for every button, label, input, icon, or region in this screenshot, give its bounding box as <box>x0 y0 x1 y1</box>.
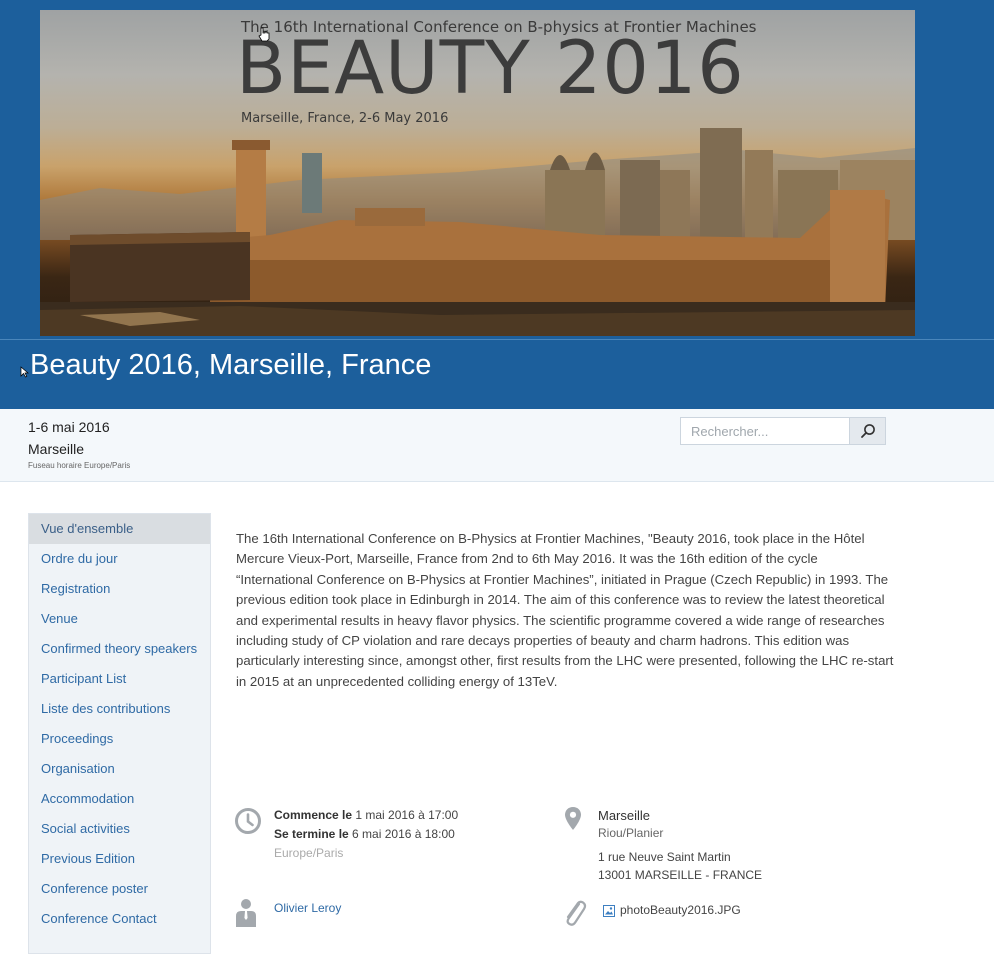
event-title: Beauty 2016, Marseille, France <box>30 349 432 381</box>
venue-name: Marseille <box>598 808 651 823</box>
menu-item-registration[interactable]: Registration <box>29 574 210 604</box>
event-info-bar: 1-6 mai 2016 Marseille Fuseau horaire Eu… <box>0 409 994 482</box>
menu-item-liste-des-contributions[interactable]: Liste des contributions <box>29 694 210 724</box>
paperclip-icon <box>566 900 587 926</box>
start-label: Commence le <box>274 808 353 822</box>
search-icon <box>860 424 875 438</box>
map-pin-icon <box>565 807 581 830</box>
menu-item-conference-poster[interactable]: Conference poster <box>29 874 210 904</box>
event-description: The 16th International Conference on B-P… <box>236 531 894 689</box>
time-timezone: Europe/Paris <box>274 846 344 860</box>
clock-icon <box>235 808 261 834</box>
banner-place: Marseille, France, 2-6 May 2016 <box>241 111 449 126</box>
menu-item-ordre-du-jour[interactable]: Ordre du jour <box>29 544 210 574</box>
menu-item-proceedings[interactable]: Proceedings <box>29 724 210 754</box>
search-button[interactable] <box>849 418 885 444</box>
person-icon <box>236 899 256 927</box>
event-date-range: 1-6 mai 2016 <box>28 419 110 435</box>
menu-item-social-activities[interactable]: Social activities <box>29 814 210 844</box>
menu-item-confirmed-theory-speakers[interactable]: Confirmed theory speakers <box>29 634 210 664</box>
menu-item-previous-edition[interactable]: Previous Edition <box>29 844 210 874</box>
banner-title: BEAUTY 2016 <box>236 26 745 111</box>
hand-cursor-icon <box>258 27 270 44</box>
chairperson-link[interactable]: Olivier Leroy <box>274 899 341 918</box>
banner-image: The 16th International Conference on B-p… <box>40 10 915 336</box>
attachment-link[interactable]: photoBeauty2016.JPG <box>620 901 741 920</box>
menu-item-conference-contact[interactable]: Conference Contact <box>29 904 210 934</box>
event-timezone: Fuseau horaire Europe/Paris <box>28 461 131 470</box>
end-value: 6 mai 2016 à 18:00 <box>352 827 455 841</box>
event-header: The 16th International Conference on B-p… <box>0 0 994 409</box>
event-location: Marseille <box>28 441 85 457</box>
venue-city: 13001 MARSEILLE - FRANCE <box>598 868 763 882</box>
sidebar-menu: Vue d'ensemble Ordre du jour Registratio… <box>28 513 211 954</box>
menu-item-organisation[interactable]: Organisation <box>29 754 210 784</box>
menu-item-venue[interactable]: Venue <box>29 604 210 634</box>
event-time-block: Commence le 1 mai 2016 à 17:00 Se termin… <box>274 806 458 863</box>
header-divider <box>0 339 994 340</box>
search-box <box>680 417 886 445</box>
arrow-cursor-icon <box>20 366 29 381</box>
venue-room: Riou/Planier <box>598 826 664 840</box>
menu-item-vue-d-ensemble[interactable]: Vue d'ensemble <box>29 514 210 544</box>
venue-street: 1 rue Neuve Saint Martin <box>598 850 731 864</box>
menu-item-accommodation[interactable]: Accommodation <box>29 784 210 814</box>
image-file-icon <box>603 905 615 917</box>
search-input[interactable] <box>681 418 851 444</box>
menu-item-participant-list[interactable]: Participant List <box>29 664 210 694</box>
end-label: Se termine le <box>274 827 349 841</box>
start-value: 1 mai 2016 à 17:00 <box>355 808 459 822</box>
